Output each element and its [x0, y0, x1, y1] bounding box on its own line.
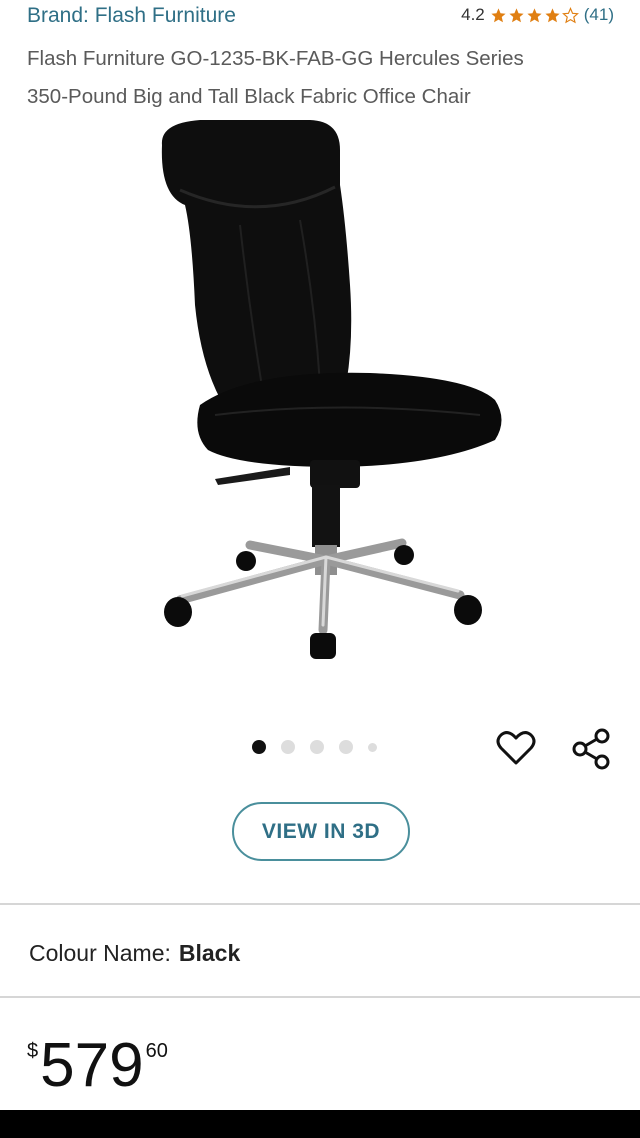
view-in-3d-button[interactable]: VIEW IN 3D	[232, 802, 410, 861]
rating-value: 4.2	[461, 5, 485, 24]
price: $ 579 60	[27, 1030, 168, 1102]
star-full-icon	[527, 7, 542, 22]
product-title-line-1: Flash Furniture GO-1235-BK-FAB-GG Hercul…	[27, 47, 524, 70]
image-carousel-dots[interactable]	[252, 740, 377, 754]
heart-icon[interactable]	[496, 729, 536, 767]
carousel-dot[interactable]	[339, 740, 353, 754]
star-rating	[490, 6, 579, 24]
section-divider	[0, 903, 640, 905]
carousel-dot[interactable]	[281, 740, 295, 754]
star-full-icon	[491, 7, 506, 22]
product-title-line-2: 350-Pound Big and Tall Black Fabric Offi…	[27, 85, 471, 108]
section-divider	[0, 996, 640, 998]
colour-value: Black	[178, 940, 241, 966]
star-empty-icon	[561, 6, 579, 23]
rating-count: (41)	[583, 5, 614, 24]
price-fraction: 60	[145, 1040, 168, 1062]
star-full-icon	[509, 7, 524, 22]
product-title: Flash Furniture GO-1235-BK-FAB-GG Hercul…	[27, 40, 627, 116]
product-page: Brand: Flash Furniture 4.2 (41) Flash Fu…	[0, 0, 640, 1110]
carousel-dot-active[interactable]	[252, 740, 266, 754]
system-navigation-bar	[0, 1110, 640, 1138]
share-icon[interactable]	[571, 728, 613, 770]
colour-label: Colour Name:	[29, 940, 171, 966]
carousel-dot[interactable]	[368, 742, 377, 752]
price-whole: 579	[40, 1031, 144, 1100]
star-full-icon	[545, 7, 560, 22]
brand-link[interactable]: Brand: Flash Furniture	[27, 4, 236, 28]
colour-selection: Colour Name: Black	[29, 940, 240, 967]
rating-summary[interactable]: 4.2 (41)	[461, 5, 614, 25]
price-currency: $	[27, 1040, 39, 1062]
carousel-dot[interactable]	[310, 740, 324, 754]
chair-image[interactable]	[140, 115, 520, 675]
